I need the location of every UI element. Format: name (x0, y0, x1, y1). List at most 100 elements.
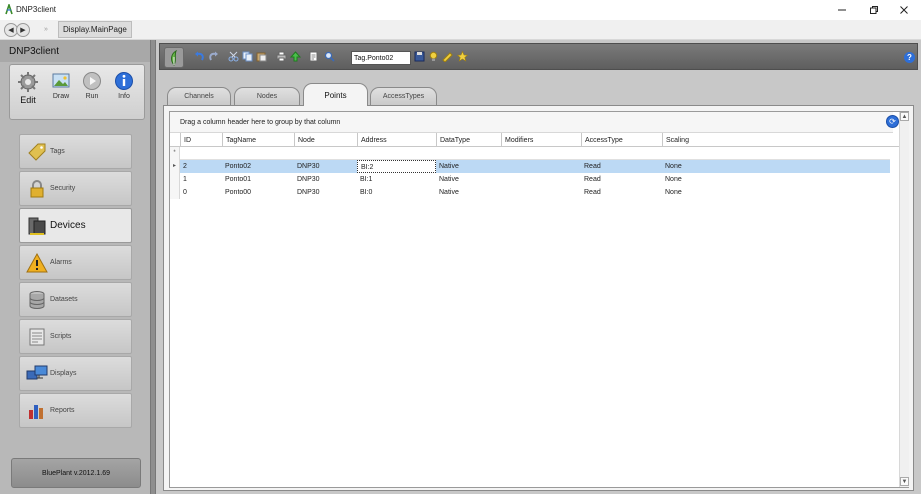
app-logo-button[interactable] (164, 47, 184, 68)
tab-nodes[interactable]: Nodes (234, 87, 300, 105)
cell-modifiers[interactable] (501, 186, 507, 199)
caret-up-icon: ▲ (901, 114, 908, 120)
table-row[interactable]: ▸ 2 Ponto02 DNP30 BI:2 Native Read None (170, 160, 890, 173)
column-header-scaling[interactable]: Scaling (662, 133, 899, 147)
page-tab[interactable]: Display.MainPage (58, 21, 132, 38)
restore-icon (870, 6, 878, 14)
help-button[interactable]: ? (904, 52, 915, 63)
close-button[interactable] (887, 0, 921, 20)
publish-icon[interactable] (290, 51, 301, 62)
tag-search-input[interactable]: Tag.Ponto02 (351, 51, 411, 65)
cell-accesstype[interactable]: Read (581, 160, 604, 173)
tab-channels[interactable]: Channels (167, 87, 231, 105)
new-row[interactable]: * (170, 147, 890, 160)
sidebar-item-tags[interactable]: Tags (19, 134, 132, 169)
cell-tagname[interactable]: Ponto02 (222, 160, 254, 173)
cell-modifiers[interactable] (501, 160, 507, 173)
star-icon[interactable] (457, 51, 468, 62)
table-row[interactable]: 0 Ponto00 DNP30 BI:0 Native Read None (170, 186, 890, 199)
sidebar-item-label: Tags (50, 148, 65, 155)
search-icon[interactable] (324, 51, 335, 62)
group-by-area[interactable]: Drag a column header here to group by th… (170, 112, 893, 133)
sidebar-item-datasets[interactable]: Datasets (19, 282, 132, 317)
restore-button[interactable] (857, 0, 891, 20)
lightbulb-icon[interactable] (428, 51, 439, 62)
scroll-down-button[interactable]: ▼ (900, 477, 909, 486)
paste-icon[interactable] (256, 51, 267, 62)
cell-node[interactable]: DNP30 (294, 186, 323, 199)
sidebar-item-label: Security (50, 185, 76, 192)
redo-icon[interactable] (208, 51, 219, 62)
caret-down-icon: ▼ (901, 479, 908, 485)
sidebar-item-reports[interactable]: Reports (19, 393, 132, 428)
column-header-modifiers[interactable]: Modifiers (501, 133, 581, 147)
cell-scaling[interactable]: None (662, 186, 685, 199)
cell-accesstype[interactable]: Read (581, 173, 604, 186)
save-icon[interactable] (414, 51, 425, 62)
lock-icon (30, 179, 44, 197)
forward-button[interactable]: ▶ (16, 23, 30, 37)
script-icon (29, 328, 45, 345)
current-row-indicator: ▸ (170, 160, 180, 173)
cell-datatype[interactable]: Native (436, 173, 462, 186)
cell-datatype[interactable]: Native (436, 186, 462, 199)
column-header-datatype[interactable]: DataType (436, 133, 501, 147)
tab-points[interactable]: Points (303, 83, 368, 106)
refresh-icon: ⟳ (889, 117, 896, 126)
cell-id[interactable]: 0 (180, 186, 190, 199)
column-header-address[interactable]: Address (357, 133, 436, 147)
sidebar-item-scripts[interactable]: Scripts (19, 319, 132, 354)
help-icon: ? (907, 53, 912, 62)
vertical-scrollbar[interactable]: ▲ ▼ (899, 112, 909, 487)
edit-tag-icon[interactable] (442, 51, 453, 62)
cell-id[interactable]: 1 (180, 173, 190, 186)
tab-label: Points (324, 90, 347, 100)
cell-tagname[interactable]: Ponto00 (222, 186, 254, 199)
copy-icon[interactable] (242, 51, 253, 62)
undo-icon[interactable] (194, 51, 205, 62)
cell-accesstype[interactable]: Read (581, 186, 604, 199)
cell-scaling[interactable]: None (662, 173, 685, 186)
sidebar-item-security[interactable]: Security (19, 171, 132, 206)
grid-options-button[interactable]: ⟳ (886, 115, 899, 128)
tab-label: AccessTypes (382, 93, 425, 100)
minimize-button[interactable] (825, 0, 859, 20)
cell-modifiers[interactable] (501, 173, 507, 186)
sidebar-menu: Tags Security Devices Alarms Datasets Sc… (0, 123, 150, 463)
column-header-node[interactable]: Node (294, 133, 357, 147)
cut-icon[interactable] (228, 51, 239, 62)
tab-accesstypes[interactable]: AccessTypes (370, 87, 437, 105)
cell-id[interactable]: 2 (180, 160, 190, 173)
window-title: DNP3client (16, 5, 57, 14)
scroll-up-button[interactable]: ▲ (900, 112, 909, 121)
cell-tagname[interactable]: Ponto01 (222, 173, 254, 186)
cell-address[interactable]: BI:0 (357, 186, 375, 199)
report-icon (29, 404, 43, 419)
mode-run-button[interactable]: Run (78, 71, 106, 100)
gear-icon (18, 72, 38, 92)
cell-node[interactable]: DNP30 (294, 173, 323, 186)
title-bar: DNP3client (0, 0, 921, 20)
cell-datatype[interactable]: Native (436, 160, 462, 173)
play-icon (83, 72, 101, 90)
print-icon[interactable] (276, 51, 287, 62)
sidebar-item-alarms[interactable]: Alarms (19, 245, 132, 280)
main-area: Tag.Ponto02 ? Channels Nodes Points Acce… (156, 40, 921, 494)
column-header-id[interactable]: ID (180, 133, 222, 147)
sidebar-item-displays[interactable]: Displays (19, 356, 132, 391)
devices-icon (28, 217, 46, 235)
document-icon[interactable] (308, 51, 319, 62)
mode-draw-button[interactable]: Draw (47, 71, 75, 100)
cell-scaling[interactable]: None (662, 160, 685, 173)
cell-node[interactable]: DNP30 (294, 160, 323, 173)
mode-label: Edit (20, 95, 36, 105)
table-row[interactable]: 1 Ponto01 DNP30 BI:1 Native Read None (170, 173, 890, 186)
cell-address[interactable]: BI:2 (357, 160, 436, 173)
cell-address[interactable]: BI:1 (357, 173, 375, 186)
mode-edit-button[interactable]: Edit (14, 71, 42, 105)
column-header-tagname[interactable]: TagName (222, 133, 294, 147)
column-header-accesstype[interactable]: AccessType (581, 133, 662, 147)
mode-info-button[interactable]: Info (110, 71, 138, 100)
sidebar-item-devices[interactable]: Devices (19, 208, 132, 243)
points-grid: Drag a column header here to group by th… (169, 111, 909, 488)
